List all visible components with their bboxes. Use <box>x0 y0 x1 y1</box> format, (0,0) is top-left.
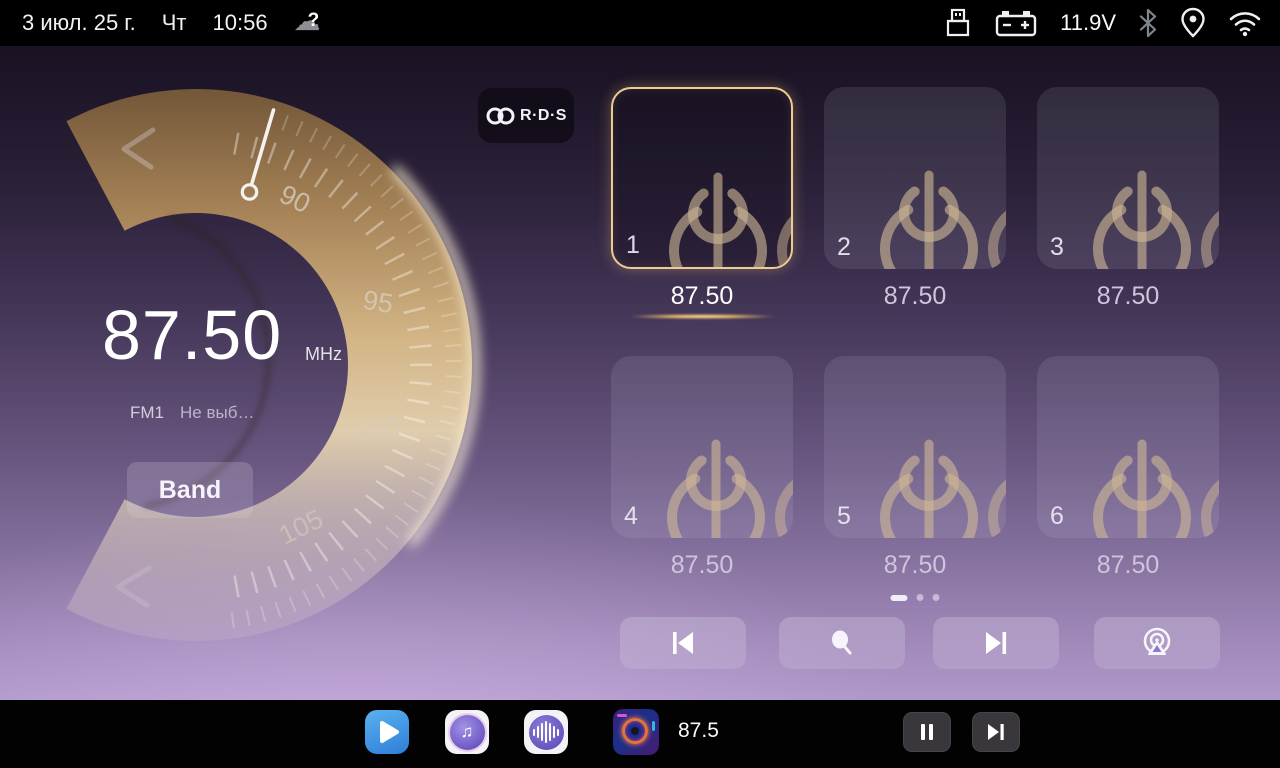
preset-frequency: 87.50 <box>671 550 734 580</box>
preset-frequency: 87.50 <box>1097 281 1160 311</box>
preset-2-tile[interactable]: 2 <box>824 87 1006 269</box>
preset-5-tile[interactable]: 5 <box>824 356 1006 538</box>
antenna-echo-icon <box>771 129 793 269</box>
dial-scale-95: 95 <box>361 285 395 319</box>
antenna-echo-icon <box>1195 396 1219 538</box>
preset-frequency: 87.50 <box>884 550 947 580</box>
preset-5[interactable]: 5 87.50 <box>824 356 1006 580</box>
preset-frequency: 87.50 <box>884 281 947 311</box>
weather-unknown-icon: ☁ ? <box>294 8 336 38</box>
location-icon <box>1180 7 1206 39</box>
antenna-icon <box>874 127 984 269</box>
station-name: Не выб… <box>180 403 254 423</box>
media-skip-next-button[interactable] <box>972 712 1020 752</box>
bluetooth-icon <box>1138 8 1158 38</box>
antenna-icon <box>663 129 773 269</box>
skip-previous-icon <box>668 629 698 657</box>
now-playing-frequency: 87.5 <box>678 719 719 743</box>
preset-frequency: 87.50 <box>671 281 734 311</box>
waveform-icon <box>529 715 564 750</box>
preset-number: 1 <box>626 231 640 260</box>
antenna-icon <box>874 396 984 538</box>
battery-voltage: 11.9V <box>1060 10 1116 36</box>
antenna-echo-icon <box>982 127 1006 269</box>
broadcast-stations-button[interactable] <box>1094 617 1220 669</box>
band-button[interactable]: Band <box>127 462 253 518</box>
preset-4-tile[interactable]: 4 <box>611 356 793 538</box>
preset-number: 5 <box>837 502 851 531</box>
preset-number: 2 <box>837 233 851 262</box>
rds-label: R·D·S <box>520 107 567 125</box>
antenna-icon <box>661 396 771 538</box>
page-dot[interactable] <box>933 594 940 601</box>
preset-number: 3 <box>1050 233 1064 262</box>
page-dot-active[interactable] <box>891 595 908 601</box>
preset-number: 4 <box>624 502 638 531</box>
preset-number: 6 <box>1050 502 1064 531</box>
scan-search-button[interactable] <box>779 617 905 669</box>
video-player-app-button[interactable] <box>365 710 409 754</box>
antenna-icon <box>1087 127 1197 269</box>
search-icon <box>828 629 856 657</box>
preset-3-tile[interactable]: 3 <box>1037 87 1219 269</box>
preset-1[interactable]: 1 87.50 <box>611 87 793 319</box>
music-app-button[interactable]: ♫ <box>445 710 489 754</box>
play-icon <box>374 719 400 745</box>
preset-frequency: 87.50 <box>1097 550 1160 580</box>
status-time: 10:56 <box>213 10 268 36</box>
current-frequency: 87.50 <box>102 295 282 375</box>
preset-4[interactable]: 4 87.50 <box>611 356 793 580</box>
rds-badge: R·D·S <box>478 88 574 143</box>
music-note-icon: ♫ <box>450 715 485 750</box>
preset-6[interactable]: 6 87.50 <box>1037 356 1219 580</box>
rds-circles-icon <box>485 106 517 126</box>
frequency-unit: MHz <box>305 344 342 365</box>
status-day: Чт <box>162 10 187 36</box>
status-date: 3 июл. 25 г. <box>22 10 136 36</box>
broadcast-icon <box>1141 627 1173 659</box>
pause-button[interactable] <box>903 712 951 752</box>
preset-2[interactable]: 2 87.50 <box>824 87 1006 319</box>
antenna-icon <box>1087 396 1197 538</box>
usb-icon <box>944 7 972 39</box>
wifi-icon <box>1228 9 1262 37</box>
band-label: FM1 <box>130 403 164 423</box>
voice-app-button[interactable] <box>524 710 568 754</box>
antenna-echo-icon <box>1195 127 1219 269</box>
preset-page-indicator <box>891 594 940 601</box>
selected-preset-glow <box>627 314 777 319</box>
antenna-echo-icon <box>982 396 1006 538</box>
preset-1-tile[interactable]: 1 <box>611 87 793 269</box>
car-battery-icon <box>994 8 1038 38</box>
page-dot[interactable] <box>917 594 924 601</box>
skip-next-icon <box>981 629 1011 657</box>
preset-6-tile[interactable]: 6 <box>1037 356 1219 538</box>
preset-3[interactable]: 3 87.50 <box>1037 87 1219 319</box>
skip-next-button[interactable] <box>933 617 1059 669</box>
radio-app-screen: 3 июл. 25 г. Чт 10:56 ☁ ? <box>0 0 1280 768</box>
tuner-dial: 90 95 100 105 <box>0 46 500 706</box>
status-bar: 3 июл. 25 г. Чт 10:56 ☁ ? <box>0 0 1280 46</box>
skip-previous-button[interactable] <box>620 617 746 669</box>
skip-next-icon <box>985 722 1007 742</box>
antenna-echo-icon <box>769 396 793 538</box>
now-playing-album-art[interactable] <box>613 709 659 755</box>
preset-grid: 1 87.50 2 87.50 <box>611 87 1219 580</box>
pause-icon <box>918 722 936 742</box>
